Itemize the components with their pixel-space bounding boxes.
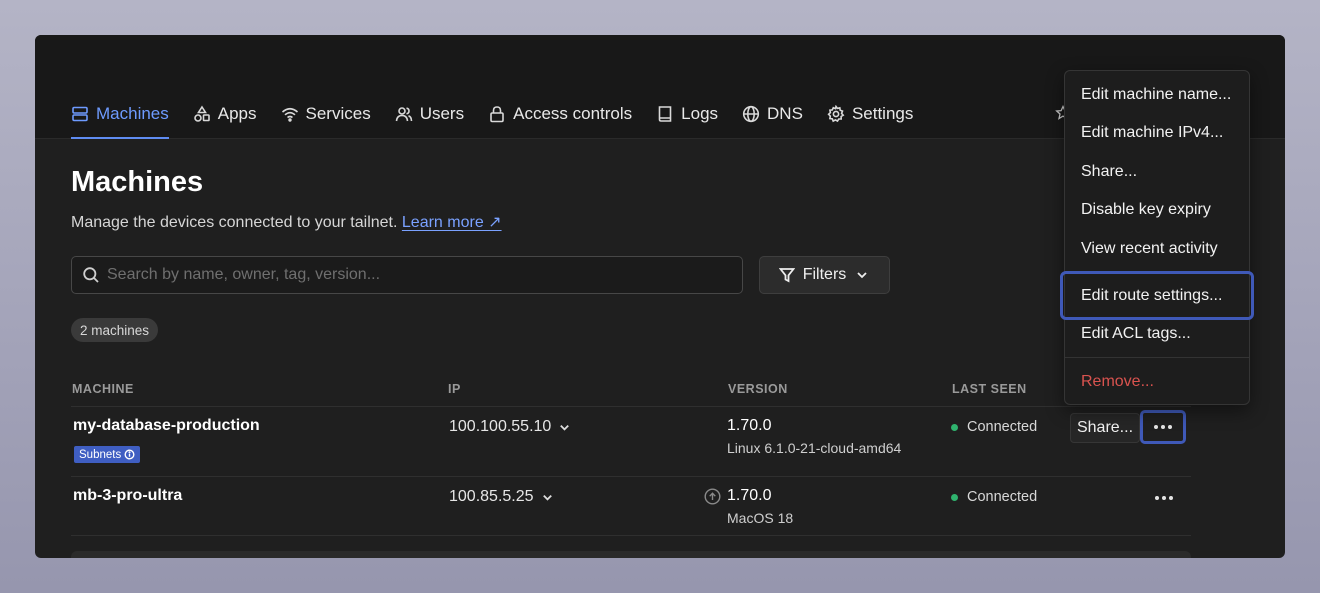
menu-separator xyxy=(1065,271,1249,272)
version-number: 1.70.0 xyxy=(727,417,772,434)
connection-status: Connected xyxy=(951,419,1037,435)
version-number: 1.70.0 xyxy=(727,487,772,504)
menu-item-edit-acl-tags[interactable]: Edit ACL tags... xyxy=(1081,325,1191,343)
menu-item-edit-machine-name[interactable]: Edit machine name... xyxy=(1081,86,1231,104)
chevron-down-icon xyxy=(542,494,552,501)
nav-item-machines[interactable]: Machines xyxy=(71,103,169,125)
active-tab-underline xyxy=(71,137,169,139)
next-section-edge xyxy=(71,551,1191,558)
ip-value: 100.100.55.10 xyxy=(449,418,552,435)
status-text: Connected xyxy=(967,419,1038,435)
os-version: Linux 6.1.0-21-cloud-amd64 xyxy=(727,440,902,456)
gear-icon xyxy=(827,105,845,123)
ellipsis-icon xyxy=(1155,496,1173,500)
table-divider xyxy=(71,535,1191,536)
book-icon xyxy=(658,106,672,122)
table-divider xyxy=(71,406,1191,407)
nav-item-settings[interactable]: Settings xyxy=(827,103,913,125)
nav-label: DNS xyxy=(767,104,803,123)
info-icon xyxy=(124,449,135,460)
header-ip[interactable]: IP xyxy=(448,382,461,396)
header-last-seen[interactable]: LAST SEEN xyxy=(952,382,1027,396)
nav-item-dns[interactable]: DNS xyxy=(742,103,803,125)
nav-label: Access controls xyxy=(513,104,633,123)
ip-address[interactable]: 100.100.55.10 xyxy=(449,418,571,436)
status-dot xyxy=(951,423,958,431)
header-machine[interactable]: MACHINE xyxy=(72,382,134,396)
nav-label: Apps xyxy=(217,104,257,123)
nav-label: Machines xyxy=(96,104,169,123)
chevron-down-icon xyxy=(857,272,867,279)
main-nav: Machines Apps Services Users Access cont… xyxy=(71,103,937,139)
nav-item-users[interactable]: Users xyxy=(395,103,464,125)
filters-label: Filters xyxy=(802,266,847,283)
status-text: Connected xyxy=(967,489,1038,505)
machine-name[interactable]: my-database-production xyxy=(73,417,260,435)
users-icon xyxy=(395,107,413,122)
apps-icon xyxy=(193,105,210,122)
nav-label: Users xyxy=(419,104,465,123)
subnets-badge: Subnets xyxy=(74,446,141,463)
lock-icon xyxy=(490,106,504,123)
search-icon xyxy=(83,267,99,283)
page-title: Machines xyxy=(71,166,204,198)
page-subtitle: Manage the devices connected to your tai… xyxy=(71,212,502,232)
ellipsis-icon xyxy=(1154,425,1172,429)
filter-icon xyxy=(778,268,795,283)
more-options-button[interactable] xyxy=(1140,410,1186,444)
nav-label: Services xyxy=(305,104,371,123)
menu-item-disable-key-expiry[interactable]: Disable key expiry xyxy=(1081,201,1211,219)
machine-name[interactable]: mb-3-pro-ultra xyxy=(73,487,182,505)
menu-item-edit-route-settings[interactable]: Edit route settings... xyxy=(1081,287,1222,305)
nav-item-access-controls[interactable]: Access controls xyxy=(488,103,632,125)
search-input[interactable] xyxy=(107,266,707,284)
header-version[interactable]: VERSION xyxy=(728,382,788,396)
table-divider xyxy=(71,476,1191,477)
subtitle-text: Manage the devices connected to your tai… xyxy=(71,214,398,231)
filters-button[interactable]: Filters xyxy=(759,256,890,294)
nav-item-apps[interactable]: Apps xyxy=(193,103,257,125)
update-available-icon[interactable] xyxy=(704,488,721,505)
machine-context-menu: Edit machine name... Edit machine IPv4..… xyxy=(1064,70,1250,405)
badge-label: Subnets xyxy=(79,448,122,461)
machine-count-badge: 2 machines xyxy=(71,318,159,342)
chevron-down-icon xyxy=(560,424,570,431)
os-version: MacOS 18 xyxy=(727,510,794,526)
globe-icon xyxy=(742,105,760,123)
more-options-button[interactable] xyxy=(1141,481,1187,515)
menu-item-view-recent-activity[interactable]: View recent activity xyxy=(1081,240,1218,258)
menu-item-remove[interactable]: Remove... xyxy=(1081,373,1154,391)
learn-more-link[interactable]: Learn more ↗ xyxy=(402,214,502,231)
nav-label: Settings xyxy=(851,104,914,123)
menu-item-share[interactable]: Share... xyxy=(1081,163,1137,181)
ip-value: 100.85.5.25 xyxy=(449,488,534,505)
ip-address[interactable]: 100.85.5.25 xyxy=(449,488,554,506)
connection-status: Connected xyxy=(951,489,1037,505)
nav-item-services[interactable]: Services xyxy=(281,103,371,125)
menu-separator xyxy=(1065,357,1249,358)
menu-item-edit-machine-ipv4[interactable]: Edit machine IPv4... xyxy=(1081,124,1223,142)
server-icon xyxy=(72,106,88,122)
nav-item-logs[interactable]: Logs xyxy=(656,103,718,125)
nav-label: Logs xyxy=(681,104,719,123)
share-button[interactable]: Share... xyxy=(1070,413,1140,443)
status-dot xyxy=(951,493,958,501)
search-box[interactable] xyxy=(71,256,743,294)
wifi-icon xyxy=(281,107,298,122)
